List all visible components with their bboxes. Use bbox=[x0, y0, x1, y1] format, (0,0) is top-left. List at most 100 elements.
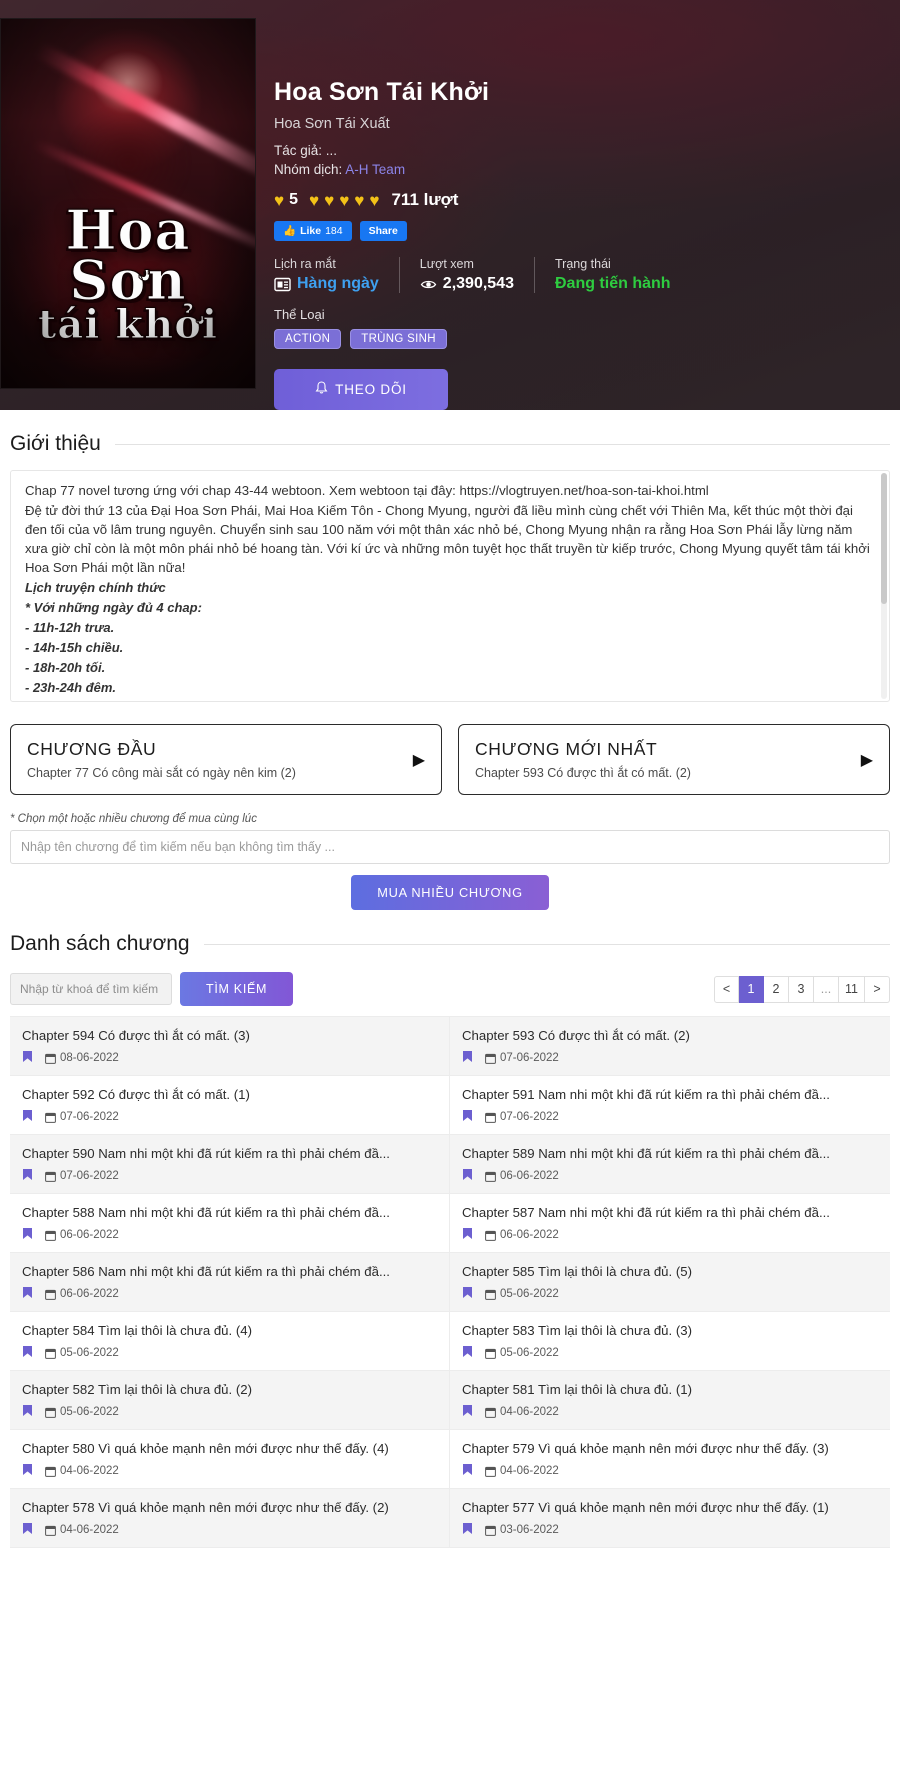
bookmark-icon[interactable] bbox=[22, 1404, 33, 1420]
heart-icon[interactable]: ♥ bbox=[339, 192, 349, 209]
bookmark-icon[interactable] bbox=[462, 1168, 473, 1184]
chapter-row[interactable]: Chapter 590 Nam nhi một khi đã rút kiếm … bbox=[10, 1135, 450, 1194]
author-line: Tác giả: ... bbox=[274, 143, 338, 158]
chapter-row[interactable]: Chapter 593 Có được thì ắt có mất. (2) 07… bbox=[450, 1017, 890, 1076]
chapter-name: Chapter 583 Tìm lại thôi là chưa đủ. (3) bbox=[462, 1323, 692, 1338]
genre-tag-action[interactable]: ACTION bbox=[274, 329, 342, 349]
pagination: < 1 2 3 ... 11 > bbox=[714, 975, 890, 1003]
chapter-row[interactable]: Chapter 594 Có được thì ắt có mất. (3) 08… bbox=[10, 1017, 450, 1076]
heart-icon[interactable]: ♥ bbox=[369, 192, 379, 209]
chapter-name: Chapter 577 Vì quá khỏe mạnh nên mới đượ… bbox=[462, 1500, 829, 1515]
chapter-list: Chapter 594 Có được thì ắt có mất. (3) 08… bbox=[10, 1016, 890, 1548]
schedule-line: * Với những ngày đủ 4 chap: bbox=[25, 600, 202, 615]
chapter-row[interactable]: Chapter 591 Nam nhi một khi đã rút kiếm … bbox=[450, 1076, 890, 1135]
chapter-row[interactable]: Chapter 588 Nam nhi một khi đã rút kiếm … bbox=[10, 1194, 450, 1253]
page-3[interactable]: 3 bbox=[789, 975, 815, 1003]
bookmark-icon[interactable] bbox=[22, 1109, 33, 1125]
bookmark-icon[interactable] bbox=[22, 1286, 33, 1302]
translator-link[interactable]: A-H Team bbox=[345, 162, 405, 177]
chapter-row[interactable]: Chapter 592 Có được thì ắt có mất. (1) 07… bbox=[10, 1076, 450, 1135]
bookmark-icon[interactable] bbox=[462, 1345, 473, 1361]
bookmark-icon[interactable] bbox=[462, 1404, 473, 1420]
stats-row: Lịch ra mắt Hàng ngày Lượt xem 2,390,543… bbox=[274, 257, 876, 293]
page-prev[interactable]: < bbox=[714, 975, 740, 1003]
latest-chapter-title: Chapter 593 Có được thì ắt có mất. (2) bbox=[475, 766, 691, 780]
search-button[interactable]: TÌM KIẾM bbox=[180, 972, 294, 1006]
rating-row: ♥ 5 ♥ ♥ ♥ ♥ ♥ 711 lượt bbox=[274, 190, 876, 210]
bookmark-icon[interactable] bbox=[22, 1227, 33, 1243]
rating-value: 5 bbox=[289, 191, 298, 208]
chapter-name: Chapter 579 Vì quá khỏe mạnh nên mới đượ… bbox=[462, 1441, 829, 1456]
chapter-row[interactable]: Chapter 577 Vì quá khỏe mạnh nên mới đượ… bbox=[450, 1489, 890, 1548]
stat-value: Đang tiến hành bbox=[554, 275, 671, 292]
chapter-row[interactable]: Chapter 581 Tìm lại thôi là chưa đủ. (1)… bbox=[450, 1371, 890, 1430]
page-2[interactable]: 2 bbox=[764, 975, 790, 1003]
bookmark-icon[interactable] bbox=[462, 1522, 473, 1538]
bookmark-icon[interactable] bbox=[462, 1109, 473, 1125]
facebook-share-button[interactable]: Share bbox=[359, 221, 407, 241]
chapter-date: 05-06-2022 bbox=[485, 1347, 559, 1359]
cover-vignette bbox=[1, 19, 255, 388]
description-box[interactable]: Chap 77 novel tương ứng với chap 43-44 w… bbox=[10, 470, 890, 702]
buy-note: * Chọn một hoặc nhiều chương để mua cùng… bbox=[10, 813, 257, 825]
bookmark-icon[interactable] bbox=[22, 1168, 33, 1184]
chapter-date: 06-06-2022 bbox=[485, 1229, 559, 1241]
stat-value: Hàng ngày bbox=[297, 275, 379, 292]
keyword-search-input[interactable] bbox=[10, 973, 172, 1005]
facebook-like-button[interactable]: 👍 Like 184 bbox=[274, 221, 352, 241]
chapter-name: Chapter 590 Nam nhi một khi đã rút kiếm … bbox=[22, 1146, 390, 1161]
chapter-row[interactable]: Chapter 586 Nam nhi một khi đã rút kiếm … bbox=[10, 1253, 450, 1312]
bookmark-icon[interactable] bbox=[462, 1050, 473, 1066]
bookmark-icon[interactable] bbox=[22, 1522, 33, 1538]
chapter-row[interactable]: Chapter 580 Vì quá khỏe mạnh nên mới đượ… bbox=[10, 1430, 450, 1489]
buy-chapter-search-input[interactable] bbox=[10, 830, 890, 864]
heart-icon[interactable]: ♥ bbox=[309, 192, 319, 209]
schedule-line: - 23h-24h đêm. bbox=[25, 680, 117, 695]
chapter-row[interactable]: Chapter 584 Tìm lại thôi là chưa đủ. (4)… bbox=[10, 1312, 450, 1371]
page-1[interactable]: 1 bbox=[739, 975, 765, 1003]
first-chapter-button[interactable]: CHƯƠNG ĐẦU Chapter 77 Có công mài sắt có… bbox=[10, 724, 442, 795]
chapter-date: 07-06-2022 bbox=[485, 1111, 559, 1123]
heart-icon[interactable]: ♥ bbox=[274, 192, 284, 209]
chapter-date: 05-06-2022 bbox=[485, 1288, 559, 1300]
translator-label: Nhóm dịch: bbox=[274, 162, 343, 177]
bookmark-icon[interactable] bbox=[22, 1050, 33, 1066]
stat-value-wrap: Hàng ngày bbox=[274, 275, 379, 293]
chapter-row[interactable]: Chapter 589 Nam nhi một khi đã rút kiếm … bbox=[450, 1135, 890, 1194]
description-scrollbar[interactable] bbox=[881, 473, 887, 699]
cover-image[interactable]: Hoa Sơn tái khởi bbox=[0, 18, 256, 389]
chapter-row[interactable]: Chapter 578 Vì quá khỏe mạnh nên mới đượ… bbox=[10, 1489, 450, 1548]
chapter-row[interactable]: Chapter 579 Vì quá khỏe mạnh nên mới đượ… bbox=[450, 1430, 890, 1489]
latest-chapter-button[interactable]: CHƯƠNG MỚI NHẤT Chapter 593 Có được thì … bbox=[458, 724, 890, 795]
chapter-row[interactable]: Chapter 582 Tìm lại thôi là chưa đủ. (2)… bbox=[10, 1371, 450, 1430]
eye-icon bbox=[420, 277, 437, 292]
chapter-row[interactable]: Chapter 583 Tìm lại thôi là chưa đủ. (3)… bbox=[450, 1312, 890, 1371]
bookmark-icon[interactable] bbox=[462, 1286, 473, 1302]
schedule-line: - 11h-12h trưa. bbox=[25, 620, 115, 635]
heart-icon[interactable]: ♥ bbox=[324, 192, 334, 209]
chapter-row[interactable]: Chapter 585 Tìm lại thôi là chưa đủ. (5)… bbox=[450, 1253, 890, 1312]
bookmark-icon[interactable] bbox=[462, 1463, 473, 1479]
stat-label: Lịch ra mắt bbox=[274, 257, 336, 271]
genre-tag-trung-sinh[interactable]: TRÙNG SINH bbox=[350, 329, 447, 349]
follow-button[interactable]: THEO DÕI bbox=[274, 369, 448, 410]
chapter-date: 05-06-2022 bbox=[45, 1406, 119, 1418]
chapter-nav: CHƯƠNG ĐẦU Chapter 77 Có công mài sắt có… bbox=[10, 724, 890, 795]
bookmark-icon[interactable] bbox=[22, 1345, 33, 1361]
buy-multiple-chapters-button[interactable]: MUA NHIỀU CHƯƠNG bbox=[351, 875, 549, 910]
page-next[interactable]: > bbox=[865, 975, 890, 1003]
chapter-date: 03-06-2022 bbox=[485, 1524, 559, 1536]
chapter-name: Chapter 578 Vì quá khỏe mạnh nên mới đượ… bbox=[22, 1500, 389, 1515]
chapter-name: Chapter 580 Vì quá khỏe mạnh nên mới đượ… bbox=[22, 1441, 389, 1456]
page-11[interactable]: 11 bbox=[839, 975, 865, 1003]
chapter-name: Chapter 592 Có được thì ắt có mất. (1) bbox=[22, 1087, 250, 1102]
heart-icon[interactable]: ♥ bbox=[354, 192, 364, 209]
facebook-like-label: Like bbox=[300, 225, 322, 237]
stat-value-wrap: 2,390,543 bbox=[420, 275, 514, 293]
chapter-row[interactable]: Chapter 587 Nam nhi một khi đã rút kiếm … bbox=[450, 1194, 890, 1253]
bookmark-icon[interactable] bbox=[462, 1227, 473, 1243]
facebook-share-label: Share bbox=[368, 225, 398, 237]
divider bbox=[114, 443, 890, 445]
facebook-social-row: 👍 Like 184 Share bbox=[274, 221, 876, 241]
bookmark-icon[interactable] bbox=[22, 1463, 33, 1479]
